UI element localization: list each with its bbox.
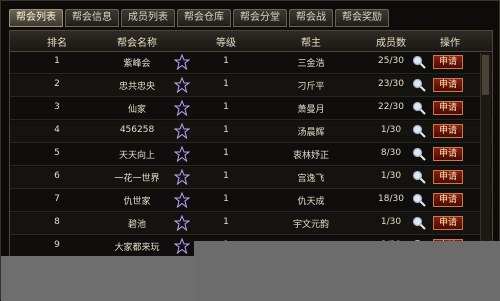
guild-window: 帮会列表 帮会信息 成员列表 帮会仓库 帮会分堂 帮会战 帮会奖励 排名 帮会名… [0, 0, 500, 301]
header-action: 操作 [440, 38, 460, 49]
table-row[interactable]: 7 仇世家 1 仇天成 18/30 申请 [10, 190, 492, 212]
header-member-count: 成员数 [376, 38, 406, 49]
table-row[interactable]: 4 456258 1 汤晨辉 1/30 申请 [10, 121, 492, 143]
apply-button[interactable]: 申请 [433, 193, 463, 207]
apply-button[interactable]: 申请 [433, 216, 463, 230]
table-row[interactable]: 8 碧池 1 宇文元韵 1/30 申请 [10, 213, 492, 235]
guild-name-cell: 一花一世界 [114, 174, 160, 184]
guild-emblem-icon [174, 77, 190, 93]
member-count-cell: 22/30 [378, 102, 404, 112]
guild-emblem-icon [174, 192, 190, 208]
guild-name-cell: 紫峰会 [123, 59, 151, 69]
tab-guild-reward[interactable]: 帮会奖励 [335, 9, 389, 27]
tab-guild-info[interactable]: 帮会信息 [65, 9, 119, 27]
member-count-cell: 25/30 [378, 56, 404, 66]
leader-cell: 衷林妤正 [292, 151, 329, 161]
search-icon[interactable] [412, 101, 426, 115]
table-header: 排名 帮会名称 等级 帮主 成员数 操作 [10, 31, 492, 52]
header-rank: 排名 [47, 38, 67, 49]
search-icon[interactable] [412, 78, 426, 92]
member-count-cell: 1/30 [380, 171, 402, 181]
guild-emblem-icon [174, 169, 190, 185]
member-count-cell: 8/30 [380, 148, 402, 158]
scrollbar-thumb[interactable] [482, 55, 489, 95]
guild-name-cell: 碧池 [127, 220, 146, 230]
rank-cell: 8 [54, 217, 60, 227]
level-cell: 1 [223, 171, 229, 181]
rank-cell: 5 [54, 148, 60, 158]
apply-button[interactable]: 申请 [433, 124, 463, 138]
member-count-cell: 1/30 [380, 125, 402, 135]
leader-cell: 汤晨辉 [297, 128, 325, 138]
leader-cell: 宇文元韵 [292, 220, 329, 230]
guild-name-cell: 忠共忠央 [118, 82, 155, 92]
tab-guild-list[interactable]: 帮会列表 [9, 9, 63, 27]
table-row[interactable]: 3 仙家 1 萧曼月 22/30 申请 [10, 98, 492, 120]
header-guild-name: 帮会名称 [117, 38, 157, 49]
leader-cell: 三金浩 [297, 59, 325, 69]
leader-cell: 刁斤平 [297, 82, 325, 92]
level-cell: 1 [223, 102, 229, 112]
level-cell: 1 [223, 56, 229, 66]
level-cell: 1 [223, 79, 229, 89]
guild-name-cell: 仇世家 [123, 197, 151, 207]
level-cell: 1 [223, 125, 229, 135]
level-cell: 1 [223, 217, 229, 227]
table-row[interactable]: 2 忠共忠央 1 刁斤平 23/30 申请 [10, 75, 492, 97]
leader-cell: 仇天成 [297, 197, 325, 207]
tab-guild-warehouse[interactable]: 帮会仓库 [177, 9, 231, 27]
tab-member-list[interactable]: 成员列表 [121, 9, 175, 27]
table-row[interactable]: 1 紫峰会 1 三金浩 25/30 申请 [10, 52, 492, 74]
level-cell: 1 [223, 148, 229, 158]
guild-emblem-icon [174, 146, 190, 162]
header-leader: 帮主 [301, 38, 321, 49]
member-count-cell: 18/30 [378, 194, 404, 204]
member-count-cell: 23/30 [378, 79, 404, 89]
rank-cell: 6 [54, 171, 60, 181]
search-icon[interactable] [412, 147, 426, 161]
guild-name-cell: 大家都来玩 [114, 243, 160, 253]
header-level: 等级 [216, 38, 236, 49]
guild-name-cell: 456258 [119, 125, 155, 135]
rank-cell: 9 [54, 240, 60, 250]
tab-bar: 帮会列表 帮会信息 成员列表 帮会仓库 帮会分堂 帮会战 帮会奖励 [9, 9, 389, 29]
level-cell: 1 [223, 194, 229, 204]
rank-cell: 3 [54, 102, 60, 112]
tab-guild-war[interactable]: 帮会战 [289, 9, 333, 27]
rank-cell: 7 [54, 194, 60, 204]
search-icon[interactable] [412, 124, 426, 138]
apply-button[interactable]: 申请 [433, 55, 463, 69]
search-icon[interactable] [412, 55, 426, 69]
search-icon[interactable] [412, 216, 426, 230]
guild-name-cell: 天天向上 [118, 151, 155, 161]
rank-cell: 4 [54, 125, 60, 135]
table-row[interactable]: 5 天天向上 1 衷林妤正 8/30 申请 [10, 144, 492, 166]
guild-emblem-icon [174, 100, 190, 116]
apply-button[interactable]: 申请 [433, 78, 463, 92]
member-count-cell: 1/30 [380, 217, 402, 227]
guild-name-cell: 仙家 [127, 105, 146, 115]
apply-button[interactable]: 申请 [433, 170, 463, 184]
overlay-panel-left [1, 256, 194, 301]
guild-emblem-icon [174, 238, 190, 254]
search-icon[interactable] [412, 193, 426, 207]
leader-cell: 宫逸飞 [297, 174, 325, 184]
rank-cell: 2 [54, 79, 60, 89]
guild-emblem-icon [174, 54, 190, 70]
apply-button[interactable]: 申请 [433, 147, 463, 161]
leader-cell: 萧曼月 [297, 105, 325, 115]
rank-cell: 1 [54, 56, 60, 66]
tab-guild-branch[interactable]: 帮会分堂 [233, 9, 287, 27]
search-icon[interactable] [412, 170, 426, 184]
apply-button[interactable]: 申请 [433, 101, 463, 115]
table-row[interactable]: 6 一花一世界 1 宫逸飞 1/30 申请 [10, 167, 492, 189]
overlay-panel [194, 241, 500, 301]
guild-emblem-icon [174, 123, 190, 139]
guild-emblem-icon [174, 215, 190, 231]
